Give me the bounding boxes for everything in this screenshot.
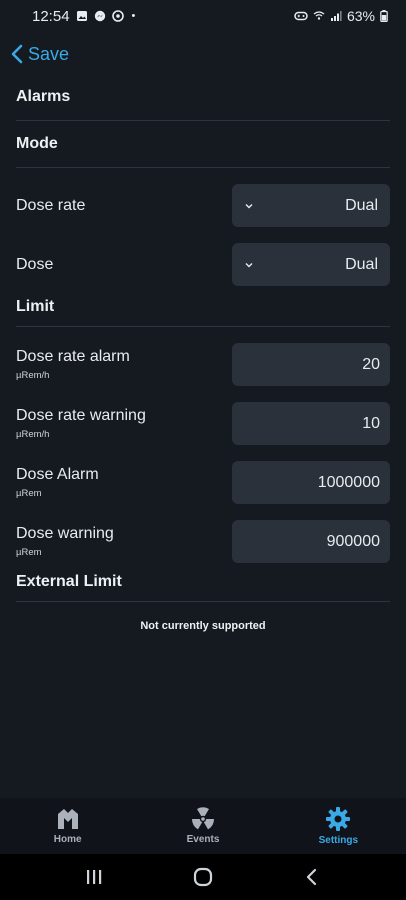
nav-label-settings: Settings xyxy=(318,835,359,846)
nav-item-home[interactable]: Home xyxy=(0,798,135,854)
gallery-icon xyxy=(76,11,87,21)
status-right: 63% xyxy=(294,8,388,24)
radiation-icon xyxy=(191,807,214,830)
battery-percent: 63% xyxy=(346,8,375,24)
nav-label-events: Events xyxy=(186,834,220,845)
dose-rate-alarm-input[interactable] xyxy=(232,343,390,386)
dose-rate-mode-label: Dose rate xyxy=(16,196,86,214)
divider xyxy=(16,326,390,327)
section-title-external-limit: External Limit xyxy=(16,573,122,590)
dose-alarm-unit: µRem xyxy=(16,488,42,499)
dose-warning-unit: µRem xyxy=(16,547,42,558)
recent-apps-button[interactable] xyxy=(64,857,124,897)
back-button[interactable] xyxy=(282,857,342,897)
back-chevron-icon xyxy=(306,868,316,886)
divider xyxy=(16,120,390,121)
limit-label-group: Dose rate warning µRem/h xyxy=(16,407,146,440)
chevron-left-icon xyxy=(11,44,23,64)
limit-label-group: Dose warning µRem xyxy=(16,525,114,558)
settings-screen: 12:54 • 63% Save Alarms Mode Dose rate D… xyxy=(0,0,406,900)
dose-rate-warning-label: Dose rate warning xyxy=(16,407,146,424)
limit-row: Dose rate alarm µRem/h xyxy=(16,343,390,386)
recent-apps-icon xyxy=(87,870,102,884)
dose-warning-input[interactable] xyxy=(232,520,390,563)
app-notification-icon xyxy=(111,10,124,22)
status-time: 12:54 xyxy=(32,7,70,25)
dose-mode-value: Dual xyxy=(345,255,378,273)
dose-rate-warning-unit: µRem/h xyxy=(16,429,50,440)
nav-item-events[interactable]: Events xyxy=(135,798,270,854)
dose-warning-label: Dose warning xyxy=(16,525,114,542)
section-title-mode: Mode xyxy=(16,135,58,152)
wifi-calling-icon xyxy=(313,11,325,20)
mode-row-dose-rate: Dose rate Dual xyxy=(16,184,390,227)
nav-item-settings[interactable]: Settings xyxy=(271,798,406,854)
home-circle-icon xyxy=(193,867,213,887)
back-label: Save xyxy=(28,43,70,64)
dose-mode-select[interactable]: Dual xyxy=(232,243,390,286)
dose-mode-label: Dose xyxy=(16,255,54,273)
chevron-down-icon xyxy=(245,203,253,208)
limit-row: Dose rate warning µRem/h xyxy=(16,402,390,445)
dose-rate-warning-input[interactable] xyxy=(232,402,390,445)
section-title-alarms: Alarms xyxy=(16,88,71,105)
battery-icon xyxy=(380,10,388,22)
header: Save xyxy=(0,38,406,70)
notification-dot: • xyxy=(131,10,136,22)
dose-rate-alarm-unit: µRem/h xyxy=(16,370,50,381)
gamepad-icon xyxy=(294,11,308,21)
limit-label-group: Dose rate alarm µRem/h xyxy=(16,348,130,381)
limit-row: Dose warning µRem xyxy=(16,520,390,563)
back-save-button[interactable]: Save xyxy=(10,44,69,65)
divider xyxy=(16,601,390,602)
settings-content: Alarms Mode Dose rate Dual Dose Dual Lim… xyxy=(0,76,406,632)
dose-rate-mode-select[interactable]: Dual xyxy=(232,184,390,227)
section-title-limit: Limit xyxy=(16,298,55,315)
messenger-icon xyxy=(94,10,105,22)
dose-rate-mode-value: Dual xyxy=(345,196,378,214)
home-button[interactable] xyxy=(173,857,233,897)
system-nav-bar xyxy=(0,854,406,900)
dose-alarm-input[interactable] xyxy=(232,461,390,504)
limit-label-group: Dose Alarm µRem xyxy=(16,466,99,499)
dose-alarm-label: Dose Alarm xyxy=(16,466,99,483)
status-bar: 12:54 • 63% xyxy=(0,0,406,32)
gear-icon xyxy=(326,807,351,831)
home-logo-icon xyxy=(57,809,78,829)
bottom-nav: Home Events Settings xyxy=(0,798,406,854)
status-left: 12:54 • xyxy=(32,8,135,25)
mode-row-dose: Dose Dual xyxy=(16,243,390,286)
limit-row: Dose Alarm µRem xyxy=(16,461,390,504)
signal-icon xyxy=(330,11,342,21)
divider xyxy=(16,167,390,168)
nav-label-home: Home xyxy=(53,834,82,845)
external-limit-note: Not currently supported xyxy=(140,620,266,632)
dose-rate-alarm-label: Dose rate alarm xyxy=(16,348,130,365)
chevron-down-icon xyxy=(245,262,253,267)
